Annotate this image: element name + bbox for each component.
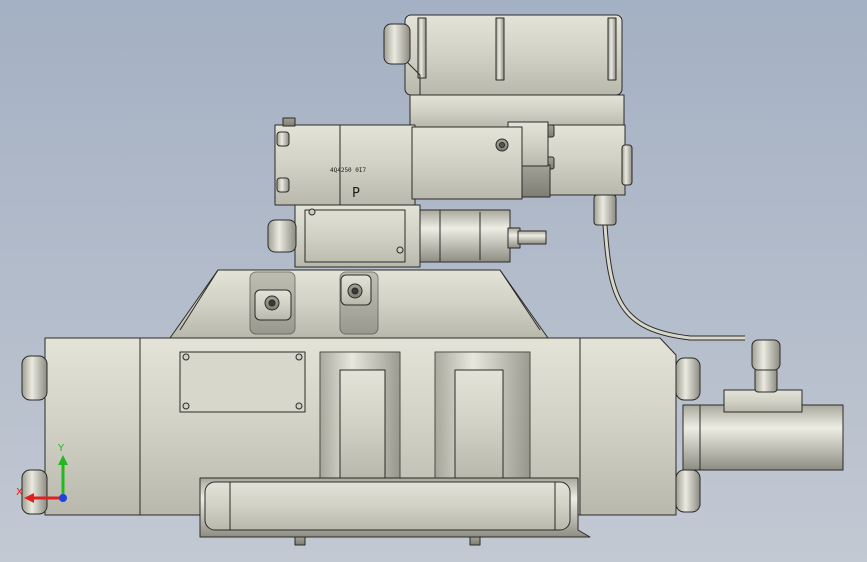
port-label-p: P — [352, 186, 360, 201]
part-marking-text: 4Q4250 0I7 — [330, 167, 367, 174]
valve-assembly-model[interactable] — [0, 0, 867, 562]
axis-x-label: X — [16, 487, 23, 498]
cad-viewport[interactable]: 4Q4250 0I7 P Y X — [0, 0, 867, 562]
sub-plate — [199, 477, 591, 546]
adapter-pyramid — [169, 269, 549, 339]
sensor-cable — [593, 194, 745, 341]
interface-block — [267, 204, 547, 268]
axis-y-label: Y — [58, 443, 65, 454]
position-sensor — [682, 339, 844, 471]
pilot-valve-body — [274, 117, 523, 206]
